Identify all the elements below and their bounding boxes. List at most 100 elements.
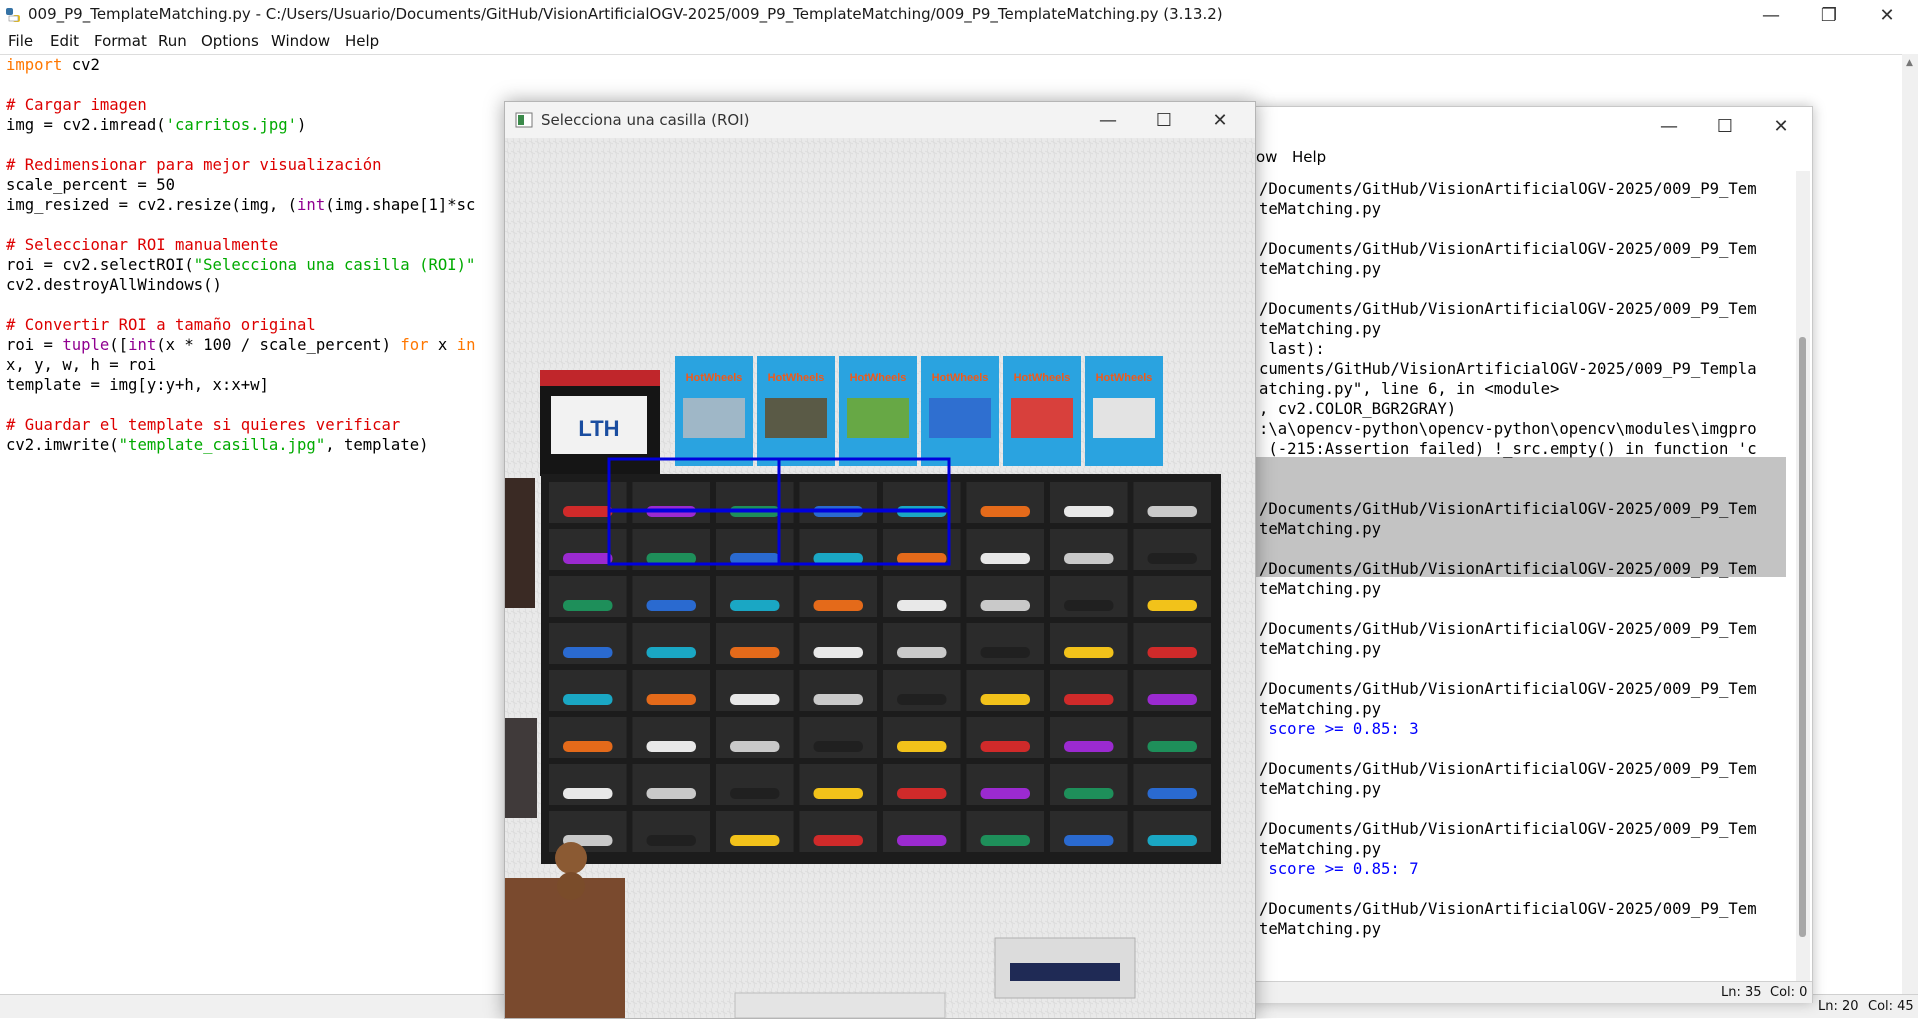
minimize-icon: — bbox=[1660, 115, 1678, 137]
shell-output-line: teMatching.py bbox=[1259, 200, 1382, 218]
toy-car bbox=[897, 647, 947, 658]
toy-car bbox=[813, 647, 863, 658]
shell-minimize-button[interactable]: — bbox=[1646, 111, 1692, 141]
toy-car bbox=[1064, 741, 1114, 752]
shell-output-line: teMatching.py bbox=[1259, 260, 1382, 278]
toy-car bbox=[730, 647, 780, 658]
toy-car bbox=[980, 647, 1030, 658]
toy-car bbox=[897, 835, 947, 846]
shell-output-line: teMatching.py bbox=[1259, 840, 1382, 858]
toy-car bbox=[813, 788, 863, 799]
toy-car bbox=[1064, 694, 1114, 705]
roi-minimize-button[interactable]: — bbox=[1085, 105, 1131, 135]
toy-car bbox=[980, 506, 1030, 517]
shell-output-line: /Documents/GitHub/VisionArtificialOGV-20… bbox=[1259, 900, 1757, 918]
shell-menubar: ow Help bbox=[1256, 145, 1812, 171]
toy-car bbox=[897, 600, 947, 611]
shell-output-line: teMatching.py bbox=[1259, 700, 1382, 718]
shell-status-col: Col: 0 bbox=[1770, 985, 1808, 1000]
toy-car bbox=[813, 553, 863, 564]
shell-output[interactable]: /Documents/GitHub/VisionArtificialOGV-20… bbox=[1256, 171, 1790, 981]
toy-car bbox=[897, 553, 947, 564]
code-line-6: # Redimensionar para mejor visualización bbox=[6, 156, 382, 174]
toy-car bbox=[563, 553, 613, 564]
menu-help[interactable]: Help bbox=[345, 32, 379, 50]
shell-output-line: /Documents/GitHub/VisionArtificialOGV-20… bbox=[1259, 620, 1757, 638]
hotwheels-logo: HotWheels bbox=[686, 372, 743, 384]
toy-car bbox=[1147, 694, 1197, 705]
toy-car bbox=[813, 600, 863, 611]
toy-car bbox=[646, 600, 696, 611]
toy-car bbox=[1147, 835, 1197, 846]
menu-window[interactable]: Window bbox=[271, 32, 330, 50]
shell-menu-window[interactable]: ow bbox=[1256, 148, 1277, 166]
close-icon: ✕ bbox=[1879, 4, 1895, 26]
lth-sign: LTH bbox=[578, 416, 619, 441]
shell-output-line: teMatching.py bbox=[1259, 920, 1382, 938]
minimize-icon: — bbox=[1099, 109, 1117, 131]
shell-output-line: /Documents/GitHub/VisionArtificialOGV-20… bbox=[1259, 500, 1757, 518]
menu-edit[interactable]: Edit bbox=[50, 32, 79, 50]
shell-output-line: atching.py", line 6, in <module> bbox=[1259, 380, 1560, 398]
roi-image-canvas[interactable]: LTH HotWheels HotWheels HotWheels HotWheels… bbox=[505, 138, 1255, 1018]
hotwheels-box: HotWheels bbox=[757, 356, 835, 466]
shell-output-line: /Documents/GitHub/VisionArtificialOGV-20… bbox=[1259, 240, 1757, 258]
hotwheels-box: HotWheels bbox=[921, 356, 999, 466]
wall-frame bbox=[505, 718, 537, 818]
hotwheels-logo: HotWheels bbox=[850, 372, 907, 384]
editor-scrollbar[interactable]: ▲ bbox=[1902, 54, 1918, 994]
restore-button[interactable]: ❐ bbox=[1806, 0, 1852, 30]
python-idle-icon bbox=[6, 8, 20, 22]
toy-car bbox=[897, 788, 947, 799]
toy-car bbox=[1147, 506, 1197, 517]
toy-car bbox=[646, 741, 696, 752]
restore-icon: ❐ bbox=[1820, 4, 1838, 26]
roi-close-button[interactable]: ✕ bbox=[1197, 105, 1243, 135]
toy-car bbox=[563, 647, 613, 658]
wall-frame bbox=[505, 478, 535, 608]
shell-maximize-button[interactable]: ☐ bbox=[1702, 111, 1748, 141]
toy-car bbox=[813, 835, 863, 846]
shell-output-line: teMatching.py bbox=[1259, 580, 1382, 598]
code-line-12: cv2.destroyAllWindows() bbox=[6, 276, 222, 294]
toy-car bbox=[980, 741, 1030, 752]
code-line-10: # Seleccionar ROI manualmente bbox=[6, 236, 279, 254]
roi-window-title: Selecciona una casilla (ROI) bbox=[541, 111, 750, 129]
close-button[interactable]: ✕ bbox=[1864, 0, 1910, 30]
code-line-16: x, y, w, h = roi bbox=[6, 356, 157, 374]
code-line-1: import cv2 bbox=[6, 56, 100, 74]
toy-car bbox=[1147, 647, 1197, 658]
close-icon: ✕ bbox=[1773, 115, 1789, 137]
toy-car bbox=[980, 600, 1030, 611]
toy-car bbox=[730, 694, 780, 705]
toy-car bbox=[1064, 553, 1114, 564]
close-icon: ✕ bbox=[1212, 109, 1228, 131]
menu-options[interactable]: Options bbox=[201, 32, 259, 50]
toy-car bbox=[980, 788, 1030, 799]
editor-status-line: Ln: 20 bbox=[1818, 999, 1859, 1014]
toy-car bbox=[1147, 741, 1197, 752]
minimize-button[interactable]: — bbox=[1748, 0, 1794, 30]
shell-output-line: score >= 0.85: 3 bbox=[1259, 720, 1419, 738]
shell-output-line: /Documents/GitHub/VisionArtificialOGV-20… bbox=[1259, 680, 1757, 698]
toy-car bbox=[1147, 788, 1197, 799]
toy-car bbox=[1064, 788, 1114, 799]
roi-maximize-button[interactable]: ☐ bbox=[1141, 105, 1187, 135]
hotwheels-logo: HotWheels bbox=[768, 372, 825, 384]
menu-run[interactable]: Run bbox=[158, 32, 187, 50]
toy-car bbox=[730, 835, 780, 846]
shell-output-line: /Documents/GitHub/VisionArtificialOGV-20… bbox=[1259, 560, 1757, 578]
menu-format[interactable]: Format bbox=[94, 32, 147, 50]
shell-scroll-thumb[interactable] bbox=[1799, 337, 1806, 937]
shell-close-button[interactable]: ✕ bbox=[1758, 111, 1804, 141]
scroll-up-icon[interactable]: ▲ bbox=[1906, 58, 1913, 68]
code-line-20: cv2.imwrite("template_casilla.jpg", temp… bbox=[6, 436, 429, 454]
code-line-3: # Cargar imagen bbox=[6, 96, 147, 114]
menu-file[interactable]: File bbox=[8, 32, 33, 50]
monkey-toy bbox=[555, 842, 587, 874]
shell-menu-help[interactable]: Help bbox=[1292, 148, 1326, 166]
hotwheels-box: HotWheels bbox=[1003, 356, 1081, 466]
toy-car bbox=[1064, 647, 1114, 658]
code-line-17: template = img[y:y+h, x:x+w] bbox=[6, 376, 269, 394]
shell-output-line: last): bbox=[1259, 340, 1325, 358]
